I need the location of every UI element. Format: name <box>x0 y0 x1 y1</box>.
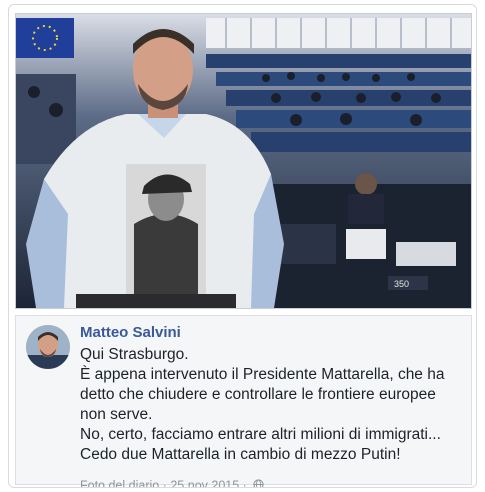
post-text: Qui Strasburgo. È appena intervenuto il … <box>80 345 465 465</box>
facebook-post-card: 350 Matteo Salvini Qui Strasburgo. È app… <box>8 4 477 488</box>
parliament-photo-illustration: 350 <box>16 14 471 308</box>
desk-sign: 350 <box>394 279 409 289</box>
meta-separator: · <box>162 478 167 488</box>
meta-separator: · <box>242 478 247 488</box>
post-meta: Foto del diario · 25 nov 2015 · <box>80 478 264 488</box>
post-text-line: È appena intervenuto il Presidente Matta… <box>80 366 445 383</box>
post-text-line: Cedo due Mattarella in cambio di mezzo P… <box>80 446 401 463</box>
eu-flag <box>16 18 74 58</box>
author-name-link[interactable]: Matteo Salvini <box>80 324 181 341</box>
post-body: Matteo Salvini Qui Strasburgo. È appena … <box>15 315 472 488</box>
post-photo[interactable]: 350 <box>15 13 472 309</box>
post-text-line: non serve. <box>80 406 153 423</box>
globe-icon <box>253 479 264 487</box>
post-text-line: No, certo, facciamo entrare altri milion… <box>80 426 441 443</box>
photo-source-link[interactable]: Foto del diario <box>80 479 159 487</box>
avatar-portrait <box>26 325 70 369</box>
post-date-link[interactable]: 25 nov 2015 <box>170 479 239 487</box>
post-text-line: Qui Strasburgo. <box>80 346 189 363</box>
author-avatar[interactable] <box>26 325 70 369</box>
post-text-line: detto che chiudere e controllare le fron… <box>80 386 436 403</box>
